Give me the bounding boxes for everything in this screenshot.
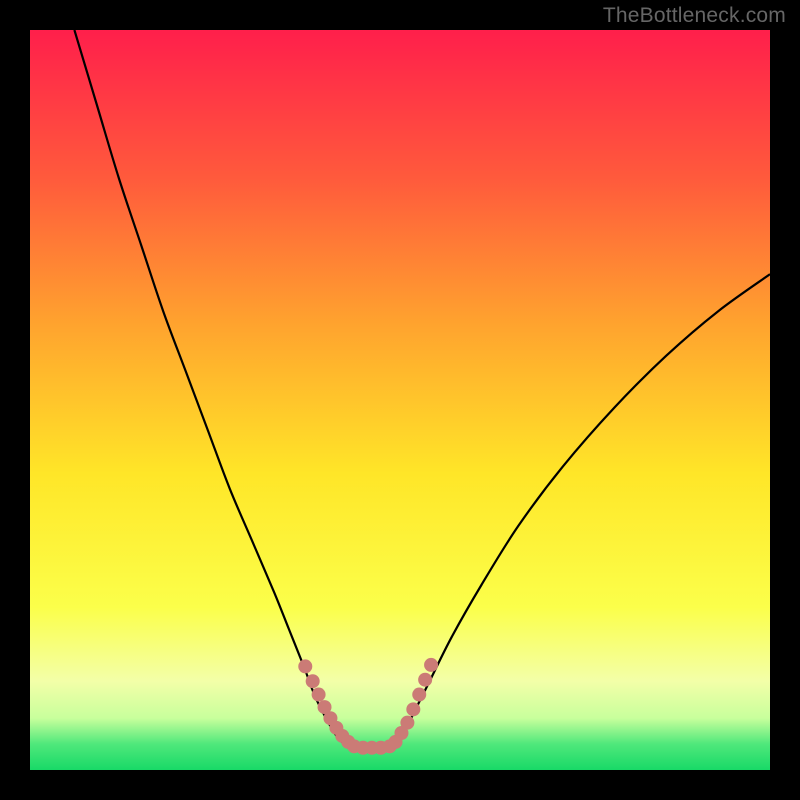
right-curve — [393, 274, 770, 748]
trough-marker-dot — [306, 674, 320, 688]
trough-marker-dot — [298, 659, 312, 673]
plot-area — [30, 30, 770, 770]
trough-marker-dot — [400, 716, 414, 730]
trough-marker-dot — [418, 673, 432, 687]
curve-layer — [30, 30, 770, 770]
trough-markers — [298, 658, 438, 755]
left-curve — [74, 30, 348, 748]
trough-marker-dot — [406, 702, 420, 716]
chart-frame: TheBottleneck.com — [0, 0, 800, 800]
trough-marker-dot — [312, 688, 326, 702]
trough-marker-dot — [412, 688, 426, 702]
watermark-text: TheBottleneck.com — [603, 4, 786, 28]
trough-marker-dot — [424, 658, 438, 672]
